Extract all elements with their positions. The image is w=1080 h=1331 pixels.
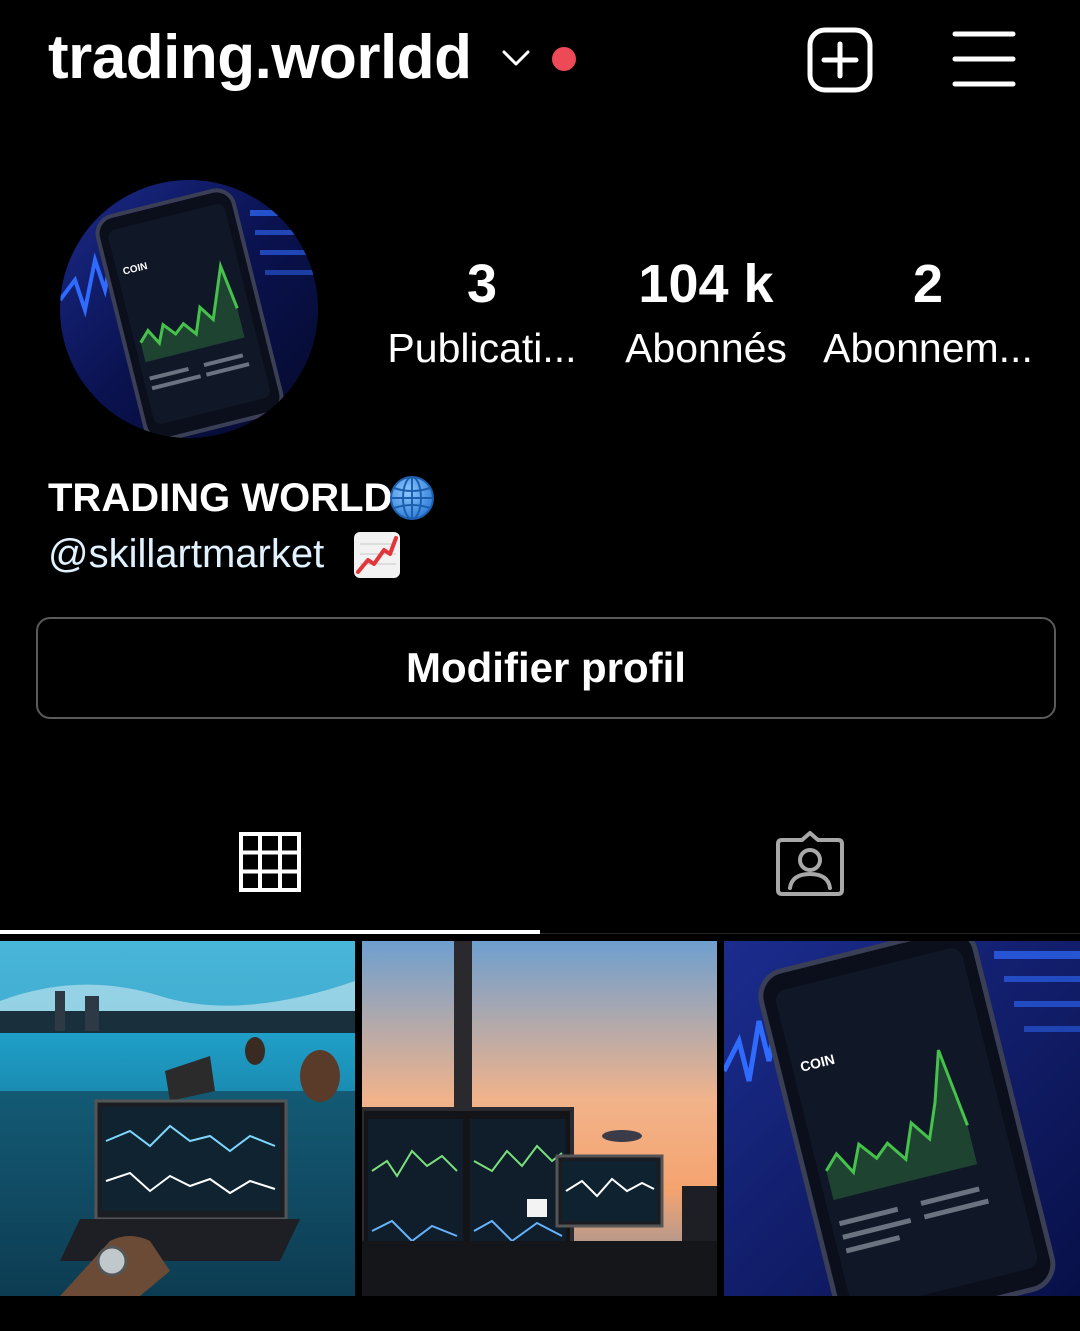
tab-posts-grid[interactable] bbox=[0, 800, 540, 934]
post-thumbnail-3[interactable]: COIN bbox=[724, 941, 1080, 1296]
display-name: TRADING WORLD bbox=[48, 476, 393, 520]
chevron-down-icon[interactable] bbox=[500, 46, 532, 70]
stat-followers[interactable]: 104 k Abonnés bbox=[596, 252, 816, 374]
profile-avatar[interactable]: COIN bbox=[60, 180, 318, 438]
post-thumbnail-1[interactable] bbox=[0, 941, 355, 1296]
avatar-image: COIN bbox=[60, 180, 318, 438]
post-image-pool-laptop bbox=[0, 941, 355, 1296]
bio-mention-link[interactable]: @skillartmarket bbox=[48, 528, 324, 580]
stat-posts[interactable]: 3 Publicati... bbox=[372, 252, 592, 374]
globe-icon bbox=[390, 476, 434, 520]
posts-count: 3 bbox=[466, 254, 498, 314]
followers-label: Abonnés bbox=[625, 325, 787, 371]
plus-square-icon[interactable] bbox=[806, 26, 874, 94]
post-thumbnail-2[interactable] bbox=[362, 941, 717, 1296]
username-title[interactable]: trading.worldd bbox=[48, 22, 472, 94]
followers-count: 104 k bbox=[638, 254, 774, 314]
stat-following[interactable]: 2 Abonnem... bbox=[820, 252, 1036, 374]
tab-tagged[interactable] bbox=[540, 800, 1080, 934]
post-image-phone-chart: COIN bbox=[724, 941, 1080, 1296]
tagged-person-icon bbox=[776, 831, 844, 896]
posts-label: Publicati... bbox=[387, 325, 577, 371]
following-count: 2 bbox=[912, 254, 944, 314]
chart-increasing-icon bbox=[354, 532, 400, 578]
active-tab-indicator bbox=[0, 930, 540, 934]
following-label: Abonnem... bbox=[823, 325, 1033, 371]
top-bar: trading.worldd bbox=[0, 0, 1080, 120]
notification-dot-icon bbox=[552, 47, 576, 71]
post-image-sunset-desk bbox=[362, 941, 717, 1296]
grid-icon bbox=[239, 832, 301, 892]
hamburger-menu-icon[interactable] bbox=[952, 30, 1016, 88]
edit-profile-button[interactable]: Modifier profil bbox=[36, 617, 1056, 719]
